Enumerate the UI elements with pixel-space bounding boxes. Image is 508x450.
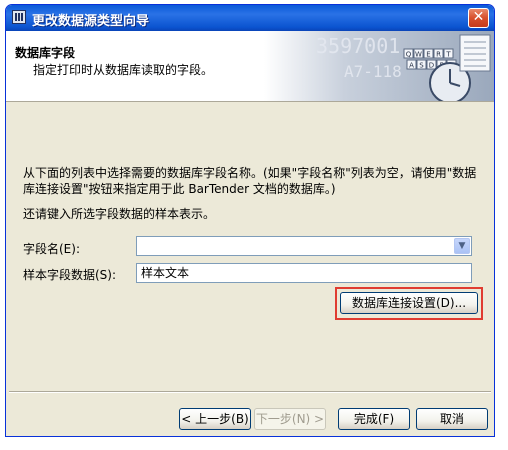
app-icon [12,10,26,24]
svg-text:A7-118: A7-118 [344,62,402,81]
header-title: 数据库字段 [15,46,76,60]
window-title: 更改数据源类型向导 [32,14,150,29]
document-sheet [459,34,491,72]
footer-separator [9,391,491,393]
instruction-text: 从下面的列表中选择需要的数据库字段名称。(如果"字段名称"列表为空，请使用"数据… [23,166,477,196]
svg-text:3597001: 3597001 [316,34,400,58]
sample-data-label: 样本字段数据(S): [23,268,117,282]
chevron-down-icon[interactable]: ▼ [454,238,470,254]
keyboard-key-label: E [426,51,430,59]
next-button[interactable]: 下一步(N) > [254,408,326,430]
keyboard-key-label: R [436,51,441,59]
sample-data-input[interactable]: 样本文本 [136,263,472,283]
header-subtitle: 指定打印时从数据库读取的字段。 [33,63,214,77]
close-icon: ✕ [472,9,485,25]
sample-instruction-text: 还请键入所选字段数据的样本表示。 [23,207,216,221]
keyboard-key-label: A [409,62,414,70]
keyboard-key-label: S [419,62,424,70]
highlight-box [335,287,483,320]
wizard-window: 更改数据源类型向导 ✕ 数据库字段 指定打印时从数据库读取的字段。 359700… [5,4,495,437]
keyboard-key-label: D [429,62,434,70]
finish-button[interactable]: 完成(F) [338,408,410,430]
header-banner-image: 3597001 A7-118 QWERTASDFG [264,31,494,101]
field-name-dropdown[interactable]: ▼ [136,236,472,256]
field-name-label: 字段名(E): [23,242,80,256]
keyboard-key-label: T [445,51,451,59]
back-button[interactable]: < 上一步(B) [179,408,251,430]
title-bar[interactable]: 更改数据源类型向导 ✕ [6,5,494,31]
keyboard-key-label: W [415,51,422,59]
keyboard-key-label: Q [406,51,412,59]
cancel-button[interactable]: 取消 [416,408,488,430]
close-button[interactable]: ✕ [468,8,489,28]
wizard-header: 数据库字段 指定打印时从数据库读取的字段。 3597001 A7-118 QWE… [6,31,494,102]
